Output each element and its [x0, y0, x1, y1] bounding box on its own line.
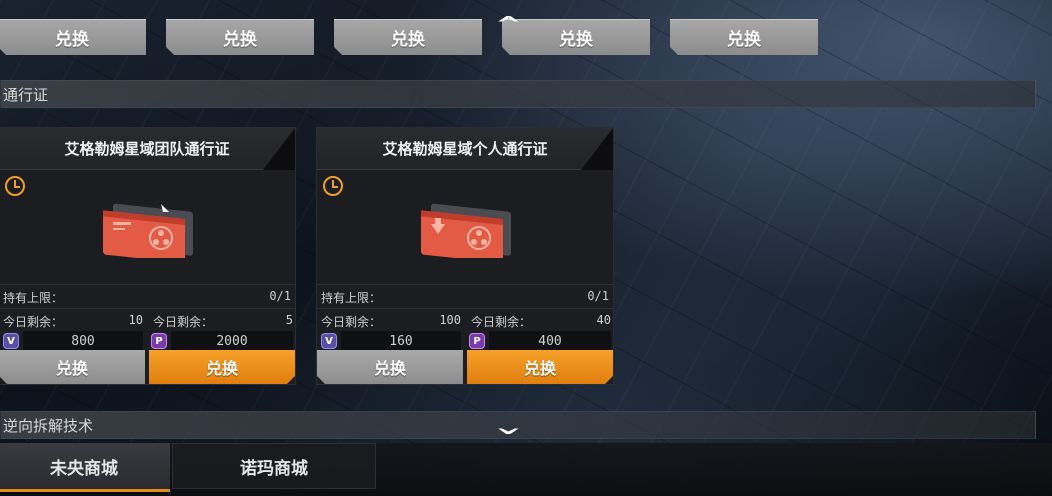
daily-remaining-label-1: 今日剩余：	[3, 315, 64, 329]
daily-remaining-value-1: 10	[128, 313, 143, 327]
daily-remaining-row: 今日剩余： 100 今日剩余： 40	[317, 308, 613, 330]
hold-limit-label: 持有上限：	[321, 291, 382, 305]
p-currency-icon: P	[469, 333, 485, 349]
daily-remaining-value-2: 5	[285, 313, 293, 327]
top-exchange-button-5[interactable]: 兑换	[670, 19, 818, 55]
price-currency-2: 2000	[171, 331, 293, 351]
item-card-team-pass: 艾格勒姆星域团队通行证 持有上限： 0/1 今日剩余： 10 今日剩余： 5 V…	[0, 127, 296, 385]
hold-limit-label: 持有上限：	[3, 291, 64, 305]
section-title: 通行证	[3, 85, 49, 104]
daily-remaining-label-1: 今日剩余：	[321, 315, 382, 329]
card-title: 艾格勒姆星域团队通行证	[0, 128, 295, 170]
price-currency-1: 160	[341, 331, 461, 351]
hold-limit-row: 持有上限： 0/1	[317, 284, 613, 306]
daily-remaining-value-2: 40	[596, 313, 611, 327]
top-exchange-button-1[interactable]: 兑换	[0, 19, 146, 55]
exchange-button-currency-2[interactable]: 兑换	[149, 350, 295, 384]
daily-remaining-label-2: 今日剩余：	[471, 315, 532, 329]
tab-weiyang-shop[interactable]: 未央商城	[0, 443, 170, 492]
hold-limit-value: 0/1	[587, 289, 609, 303]
personal-pass-ticket-icon	[421, 203, 511, 258]
v-currency-icon: V	[3, 333, 19, 349]
top-exchange-button-4[interactable]: 兑换	[502, 19, 650, 55]
top-exchange-button-3[interactable]: 兑换	[334, 19, 482, 55]
clock-icon	[323, 176, 343, 196]
top-exchange-button-2[interactable]: 兑换	[166, 19, 314, 55]
clock-icon	[5, 176, 25, 196]
chevron-up-icon[interactable]: ^	[495, 12, 522, 36]
exchange-button-currency-1[interactable]: 兑换	[0, 350, 145, 384]
tab-nuoma-shop[interactable]: 诺玛商城	[172, 443, 376, 489]
price-currency-1: 800	[23, 331, 143, 351]
exchange-button-currency-1[interactable]: 兑换	[317, 350, 463, 384]
hold-limit-row: 持有上限： 0/1	[0, 284, 295, 306]
section-title: 逆向拆解技术	[3, 416, 94, 435]
chevron-down-icon[interactable]: ^	[495, 414, 522, 438]
daily-remaining-value-1: 100	[439, 313, 461, 327]
daily-remaining-label-2: 今日剩余：	[153, 315, 214, 329]
team-pass-ticket-icon	[103, 203, 193, 258]
daily-remaining-row: 今日剩余： 10 今日剩余： 5	[0, 308, 295, 330]
exchange-button-currency-2[interactable]: 兑换	[467, 350, 613, 384]
price-currency-2: 400	[489, 331, 611, 351]
p-currency-icon: P	[151, 333, 167, 349]
card-corner-decoration	[263, 128, 295, 170]
hold-limit-value: 0/1	[269, 289, 291, 303]
item-card-personal-pass: 艾格勒姆星域个人通行证 持有上限： 0/1 今日剩余： 100 今日剩余： 40…	[316, 127, 614, 385]
card-title: 艾格勒姆星域个人通行证	[317, 128, 613, 170]
section-header-pass: 通行证	[0, 80, 1036, 108]
card-corner-decoration	[581, 128, 613, 170]
v-currency-icon: V	[321, 333, 337, 349]
